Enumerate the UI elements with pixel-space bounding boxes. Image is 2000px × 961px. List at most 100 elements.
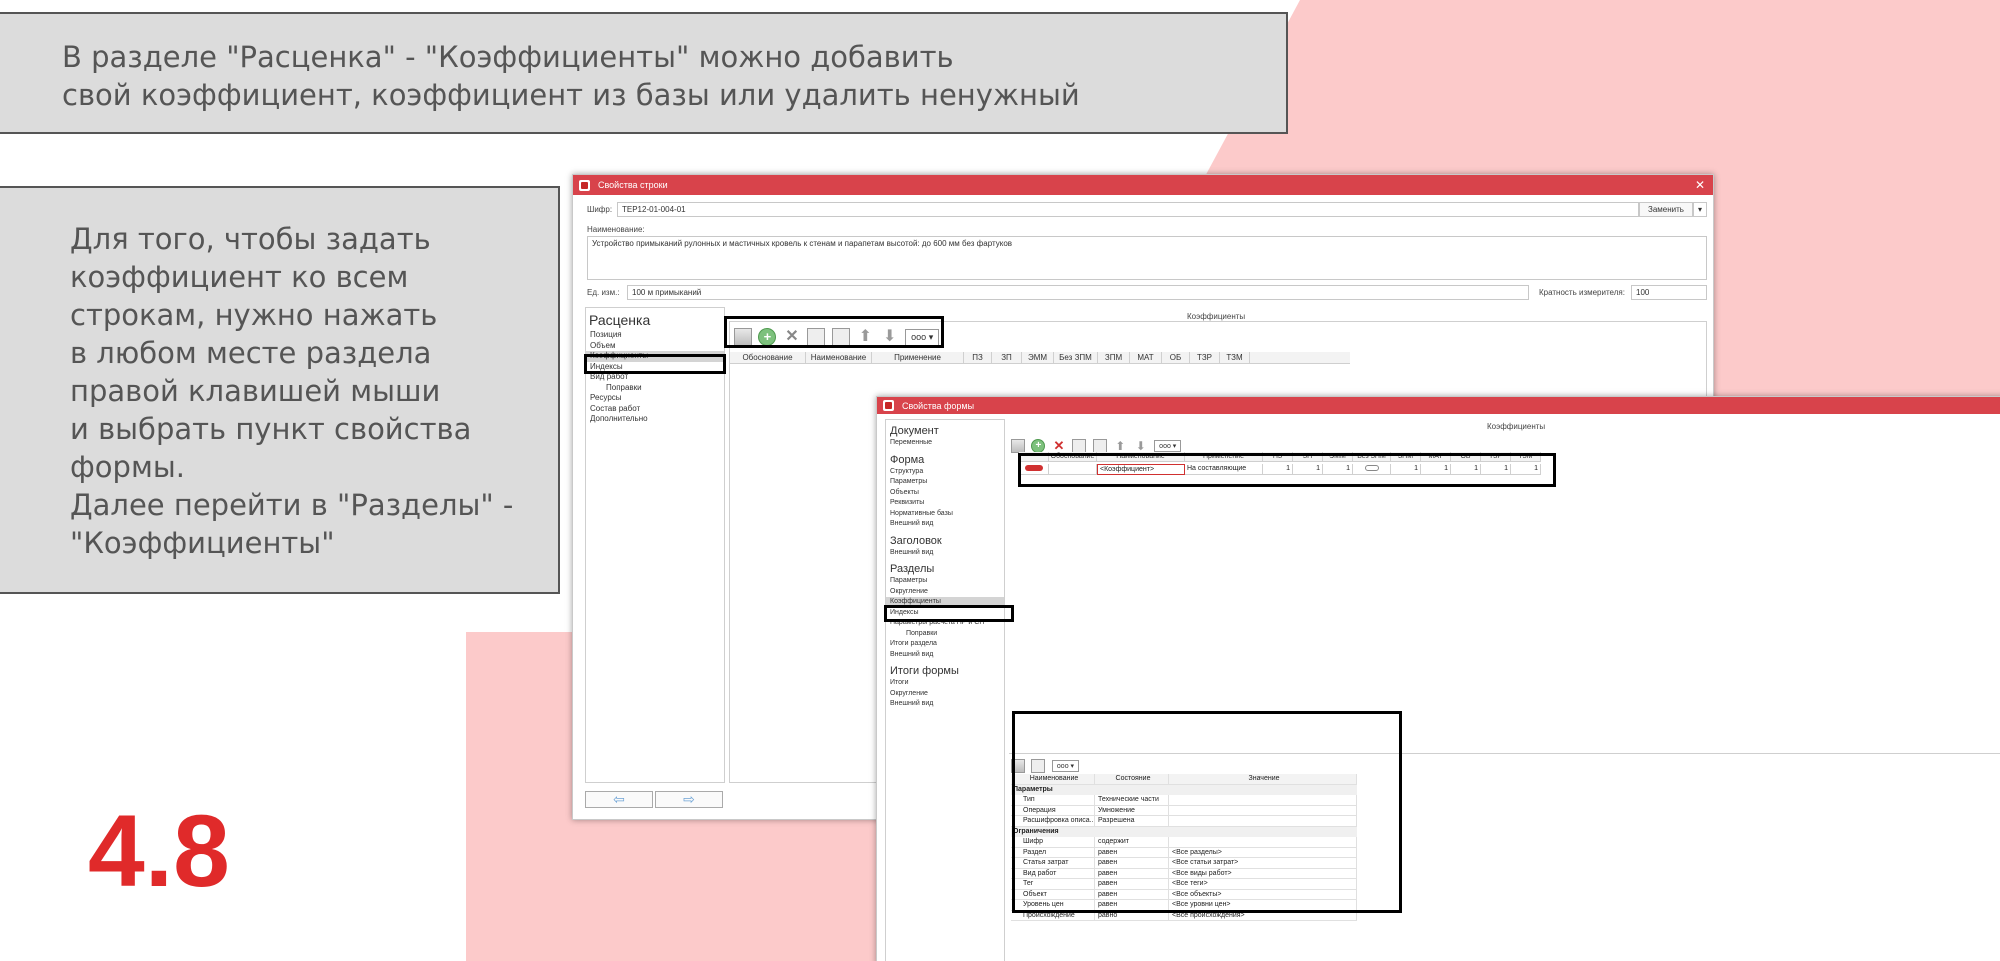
col-pz: ПЗ: [964, 352, 992, 363]
multiplicity-input[interactable]: 100: [1631, 285, 1707, 300]
props-row[interactable]: Операция Умножение: [1011, 805, 1357, 816]
arrow-down-icon[interactable]: ⬇: [881, 328, 899, 346]
arrow-up-icon[interactable]: ⬆: [856, 328, 874, 346]
copy-icon[interactable]: [1072, 438, 1087, 453]
tree-group-sections[interactable]: Разделы: [886, 558, 1004, 576]
chevron-down-icon[interactable]: ▾: [1693, 202, 1707, 217]
name-textarea[interactable]: Устройство примыканий рулонных и мастичн…: [587, 236, 1707, 280]
base-coefficient-icon[interactable]: [734, 328, 752, 346]
props-row[interactable]: Раздел равен <Все разделы>: [1011, 847, 1357, 858]
props-row[interactable]: Происхождение равно <Все происхождения>: [1011, 910, 1357, 921]
toggle-off-icon[interactable]: [1364, 465, 1379, 472]
tree-item-requisites[interactable]: Реквизиты: [886, 498, 1004, 509]
tree-item-header-appearance[interactable]: Внешний вид: [886, 548, 1004, 559]
tree-item-section-indexes[interactable]: Индексы: [886, 608, 1004, 619]
tree-item-parameters[interactable]: Параметры: [886, 477, 1004, 488]
tree-group-form-totals[interactable]: Итоги формы: [886, 660, 1004, 678]
cipher-input[interactable]: ТЕР12-01-004-01: [617, 202, 1639, 217]
props-row[interactable]: Тег равен <Все теги>: [1011, 879, 1357, 890]
row-mat[interactable]: 1: [1421, 464, 1451, 475]
props-more-dropdown[interactable]: ooo ▾: [1051, 759, 1080, 772]
tree-item-additional[interactable]: Дополнительно: [586, 414, 724, 425]
add-icon[interactable]: +: [758, 328, 777, 346]
delete-icon[interactable]: ✕: [783, 328, 801, 346]
tree-item-coefficients[interactable]: Коэффициенты: [586, 351, 724, 362]
tree-item-work-type[interactable]: Вид работ: [586, 372, 724, 383]
row-zpm[interactable]: 1: [1391, 464, 1421, 475]
tree-item-variables[interactable]: Переменные: [886, 438, 1004, 449]
toggle-switch-icon[interactable]: [1024, 465, 1043, 472]
export-icon[interactable]: [1031, 758, 1046, 773]
tree-item-indexes[interactable]: Индексы: [586, 362, 724, 373]
paste-icon[interactable]: [831, 328, 850, 346]
tree-item-objects[interactable]: Объекты: [886, 488, 1004, 499]
coefficient-row[interactable]: <Коэффициент> На составляющие 1 1 1 1 1 …: [1019, 464, 1541, 475]
props-cell: Статья затрат: [1011, 858, 1095, 869]
props-cell: Расшифровка описа...: [1011, 816, 1095, 827]
row-pz[interactable]: 1: [1263, 464, 1293, 475]
tree-item-totals-rounding[interactable]: Округление: [886, 689, 1004, 700]
save-icon[interactable]: [1011, 758, 1025, 773]
tree-item-normative-bases[interactable]: Нормативные базы: [886, 509, 1004, 520]
props-row[interactable]: Объект равен <Все объекты>: [1011, 889, 1357, 900]
props-row[interactable]: Расшифровка описа... Разрешена: [1011, 816, 1357, 827]
props-row[interactable]: Шифр содержит: [1011, 837, 1357, 848]
tree-group-form[interactable]: Форма: [886, 449, 1004, 467]
tree-item-section-coefficients[interactable]: Коэффициенты: [886, 597, 1004, 608]
row-basis[interactable]: [1049, 464, 1097, 475]
unit-input[interactable]: 100 м примыканий: [627, 285, 1529, 300]
more-dropdown[interactable]: ooo ▾: [905, 328, 940, 346]
tree-item-position[interactable]: Позиция: [586, 330, 724, 341]
tree-item-section-totals[interactable]: Итоги раздела: [886, 639, 1004, 650]
props-group-restrictions[interactable]: Ограничения: [1011, 826, 1357, 837]
props-cell: Объект: [1011, 889, 1095, 900]
win2-section-title: Коэффициенты: [1487, 422, 1546, 431]
tree-item-section-corrections[interactable]: Поправки: [886, 629, 1004, 640]
row-zp[interactable]: 1: [1293, 464, 1323, 475]
tree-item-section-appearance[interactable]: Внешний вид: [886, 650, 1004, 661]
tree-group-header[interactable]: Заголовок: [886, 530, 1004, 548]
close-icon[interactable]: ✕: [1695, 178, 1705, 192]
tree-item-section-parameters[interactable]: Параметры: [886, 576, 1004, 587]
arrow-up-icon[interactable]: ⬆: [1113, 439, 1127, 453]
row-name[interactable]: <Коэффициент>: [1097, 464, 1185, 475]
arrow-down-icon[interactable]: ⬇: [1134, 439, 1148, 453]
copy-icon[interactable]: [807, 328, 826, 346]
base-coefficient-icon[interactable]: [1011, 438, 1025, 453]
row-no-zpm[interactable]: [1353, 464, 1391, 475]
row-tzr[interactable]: 1: [1481, 464, 1511, 475]
paste-icon[interactable]: [1092, 438, 1107, 453]
tree-item-corrections[interactable]: Поправки: [586, 383, 724, 394]
nav-back-button[interactable]: ⇦: [585, 791, 653, 808]
add-icon[interactable]: +: [1031, 438, 1046, 453]
col-emm: ЭММ: [1323, 452, 1353, 461]
props-row[interactable]: Тип Технические части: [1011, 795, 1357, 806]
tree-group-document[interactable]: Документ: [886, 420, 1004, 438]
tree-item-totals[interactable]: Итоги: [886, 678, 1004, 689]
more-dropdown[interactable]: ooo ▾: [1154, 439, 1182, 452]
tree-item-work-composition[interactable]: Состав работ: [586, 404, 724, 415]
row-ob[interactable]: 1: [1451, 464, 1481, 475]
props-group-parameters[interactable]: Параметры: [1011, 784, 1357, 795]
row-tzm[interactable]: 1: [1511, 464, 1541, 475]
tree-item-rounding[interactable]: Округление: [886, 587, 1004, 598]
callout-top: В разделе "Расценка" - "Коэффициенты" мо…: [0, 12, 1288, 134]
props-cell: Тег: [1011, 879, 1095, 890]
props-row[interactable]: Вид работ равен <Все виды работ>: [1011, 868, 1357, 879]
delete-icon[interactable]: ✕: [1052, 438, 1066, 453]
replace-button[interactable]: Заменить: [1639, 202, 1693, 217]
tree-item-totals-appearance[interactable]: Внешний вид: [886, 699, 1004, 710]
splitter[interactable]: [1009, 753, 2000, 754]
props-row[interactable]: Уровень цен равен <Все уровни цен>: [1011, 900, 1357, 911]
tree-item-volume[interactable]: Объем: [586, 341, 724, 352]
row-toggle[interactable]: [1019, 464, 1049, 475]
tree-item-appearance[interactable]: Внешний вид: [886, 519, 1004, 530]
row-apply[interactable]: На составляющие: [1185, 464, 1263, 475]
tree-item-structure[interactable]: Структура: [886, 467, 1004, 478]
row-emm[interactable]: 1: [1323, 464, 1353, 475]
nav-forward-button[interactable]: ⇨: [655, 791, 723, 808]
col-zp: ЗП: [1293, 452, 1323, 461]
tree-item-resources[interactable]: Ресурсы: [586, 393, 724, 404]
props-row[interactable]: Статья затрат равен <Все статьи затрат>: [1011, 858, 1357, 869]
tree-item-nr-sp[interactable]: Параметры расчета НР и СП: [886, 618, 1004, 629]
